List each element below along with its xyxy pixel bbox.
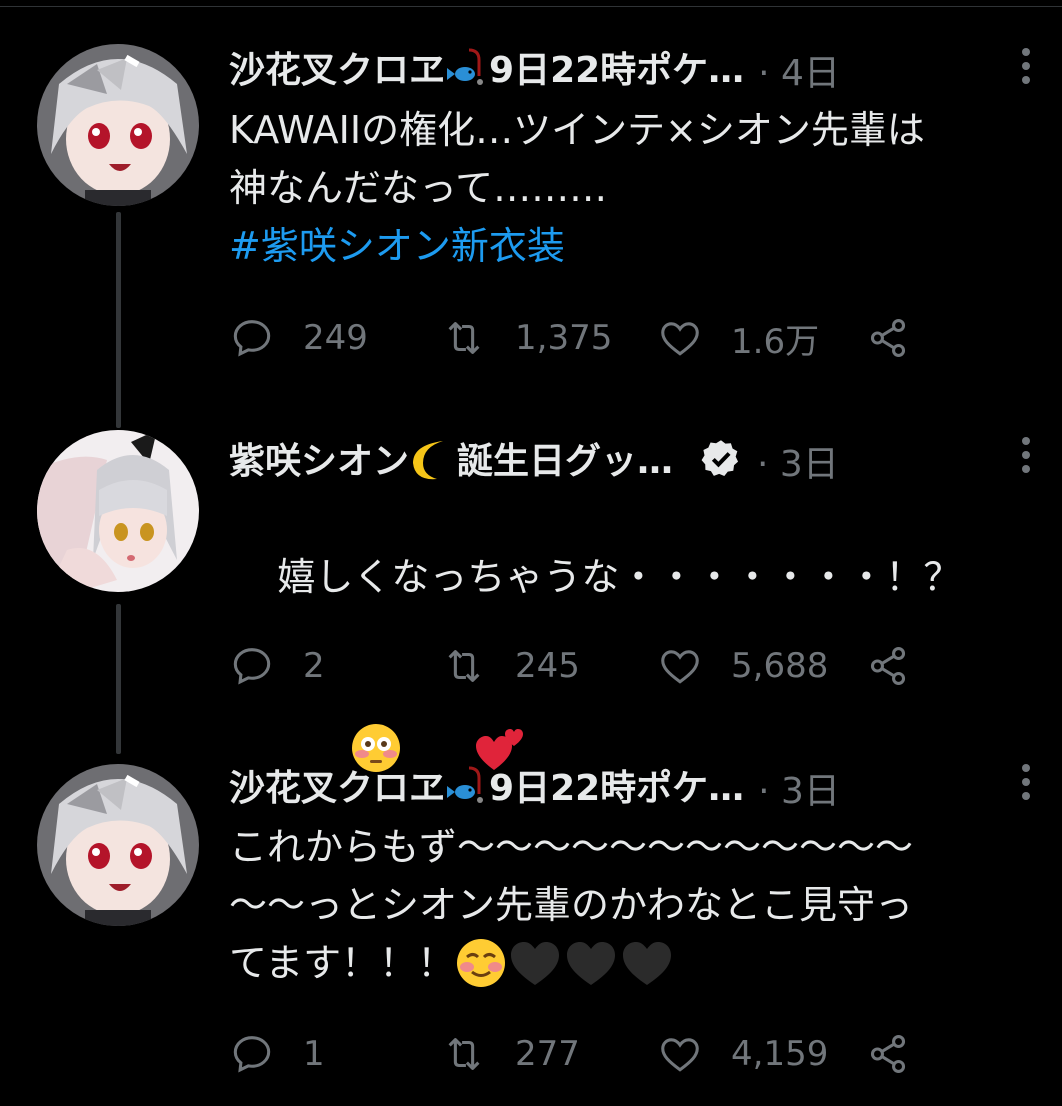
tweet-text-content: 嬉しくなっちゃうな・・・・・・・！？: [277, 555, 962, 599]
fishing-emoji-icon: [445, 764, 489, 817]
tweet-text: KAWAIIの権化…ツインテ×シオン先輩は 神なんだなって……… #紫咲シオン新…: [229, 101, 1042, 275]
reply-icon: [233, 1036, 271, 1073]
display-name[interactable]: 沙花叉クロヱ 9日22時ポケ…: [229, 41, 744, 99]
display-name[interactable]: 沙花叉クロヱ 9日22時ポケ…: [229, 759, 744, 817]
smiling-face-emoji-icon: [455, 937, 507, 995]
retweet-count: 277: [515, 1034, 580, 1074]
avatar-shion-image: [37, 430, 199, 592]
more-options-icon[interactable]: [1020, 764, 1032, 800]
tweet-actions: 1 277 4,159: [229, 1024, 949, 1084]
retweet-count: 1,375: [515, 318, 613, 358]
avatar[interactable]: [37, 44, 199, 206]
reply-button[interactable]: 1: [229, 1024, 325, 1084]
avatar-chloe-image: [37, 44, 199, 206]
like-button[interactable]: 4,159: [657, 1024, 828, 1084]
reply-icon: [233, 648, 271, 685]
tweet-header: 紫咲シオン 誕生日グッ… · 3日: [229, 433, 1032, 489]
share-button[interactable]: [865, 636, 911, 696]
avatar-chloe-image: [37, 764, 199, 926]
retweet-button[interactable]: 277: [441, 1024, 580, 1084]
display-name-text[interactable]: 沙花叉クロヱ: [229, 768, 445, 809]
like-count: 5,688: [731, 646, 829, 686]
hashtag-link[interactable]: #紫咲シオン新衣装: [229, 224, 565, 268]
share-icon: [870, 647, 906, 685]
reply-button[interactable]: 249: [229, 308, 368, 368]
tweet-header: 沙花叉クロヱ 9日22時ポケ… · 3日: [229, 760, 1032, 816]
tweet[interactable]: 沙花叉クロヱ 9日22時ポケ… · 4日 KAWAIIの権化…ツインテ×シオン先…: [0, 0, 1062, 380]
heart-icon: [661, 650, 699, 684]
retweet-button[interactable]: 245: [441, 636, 580, 696]
more-options-icon[interactable]: [1020, 48, 1032, 84]
tweet-timestamp[interactable]: · 3日: [758, 762, 840, 814]
avatar[interactable]: [37, 430, 199, 592]
like-count: 1.6万: [731, 321, 820, 362]
retweet-button[interactable]: 1,375: [441, 308, 612, 368]
heart-icon: [661, 322, 699, 356]
share-button[interactable]: [865, 1024, 911, 1084]
tweet-timestamp[interactable]: · 3日: [757, 435, 839, 487]
share-icon: [870, 1035, 906, 1073]
share-icon: [870, 319, 906, 357]
reply-count: 1: [303, 1034, 325, 1074]
tweet-text-content: KAWAIIの権化…ツインテ×シオン先輩は 神なんだなって………: [229, 108, 925, 210]
tweet-actions: 249 1,375 1.6万: [229, 308, 949, 368]
display-name-text[interactable]: 紫咲シオン: [229, 441, 409, 482]
reply-count: 2: [303, 646, 325, 686]
tweet-text: これからもず〜〜〜〜〜〜〜〜〜〜〜〜 〜〜っとシオン先輩のかわなとこ見守っ てま…: [229, 818, 1042, 995]
verified-badge-icon: [699, 437, 743, 485]
black-heart-emoji-icon: [507, 937, 563, 995]
tweet-header: 沙花叉クロヱ 9日22時ポケ… · 4日: [229, 42, 1032, 98]
heart-icon: [661, 1038, 699, 1072]
reply-count: 249: [303, 318, 368, 358]
black-heart-emoji-icon: [619, 937, 675, 995]
tweet-actions: 2 245 5,688: [229, 636, 949, 696]
like-count: 4,159: [731, 1034, 829, 1074]
display-name-suffix[interactable]: 9日22時ポケ…: [489, 768, 744, 809]
tweet-timestamp[interactable]: · 4日: [758, 44, 840, 96]
tweet[interactable]: 紫咲シオン 誕生日グッ… · 3日 嬉しくなっちゃうな・・・・・・・！？ 2 2…: [0, 400, 1062, 772]
crescent-moon-icon: [409, 437, 457, 490]
more-options-icon[interactable]: [1020, 437, 1032, 473]
share-button[interactable]: [865, 308, 911, 368]
like-button[interactable]: 5,688: [657, 636, 828, 696]
fishing-emoji-icon: [445, 46, 489, 99]
display-name-suffix[interactable]: 誕生日グッ…: [457, 441, 673, 482]
display-name-text[interactable]: 沙花叉クロヱ: [229, 50, 445, 91]
tweet[interactable]: 沙花叉クロヱ 9日22時ポケ… · 3日 これからもず〜〜〜〜〜〜〜〜〜〜〜〜 …: [0, 720, 1062, 1106]
retweet-icon: [448, 322, 480, 354]
avatar[interactable]: [37, 764, 199, 926]
display-name-suffix[interactable]: 9日22時ポケ…: [489, 50, 744, 91]
like-button[interactable]: 1.6万: [657, 308, 819, 368]
display-name[interactable]: 紫咲シオン 誕生日グッ…: [229, 432, 673, 490]
reply-icon: [233, 320, 271, 357]
retweet-icon: [448, 1038, 480, 1070]
black-heart-emoji-icon: [563, 937, 619, 995]
retweet-icon: [448, 650, 480, 682]
retweet-count: 245: [515, 646, 580, 686]
reply-button[interactable]: 2: [229, 636, 325, 696]
